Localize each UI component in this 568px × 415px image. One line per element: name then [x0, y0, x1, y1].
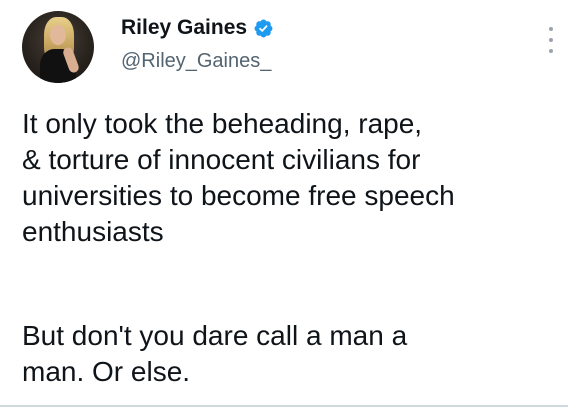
tweet-text-paragraph-1: It only took the beheading, rape, & tort…	[22, 108, 455, 247]
tweet-text-paragraph-2: But don't you dare call a man a man. Or …	[22, 320, 408, 387]
tweet-card[interactable]: Riley Gaines @Riley_Gaines_ It only took…	[0, 0, 568, 415]
avatar[interactable]	[22, 11, 94, 83]
author-name-row[interactable]: Riley Gaines	[121, 16, 274, 40]
author-handle[interactable]: @Riley_Gaines_	[121, 49, 271, 73]
more-options-icon[interactable]	[548, 27, 554, 53]
divider	[0, 405, 568, 407]
more-dot	[549, 38, 553, 42]
verified-badge-icon	[253, 18, 274, 39]
avatar-face	[50, 25, 66, 45]
author-display-name[interactable]: Riley Gaines	[121, 16, 247, 40]
more-dot	[549, 27, 553, 31]
more-dot	[549, 49, 553, 53]
